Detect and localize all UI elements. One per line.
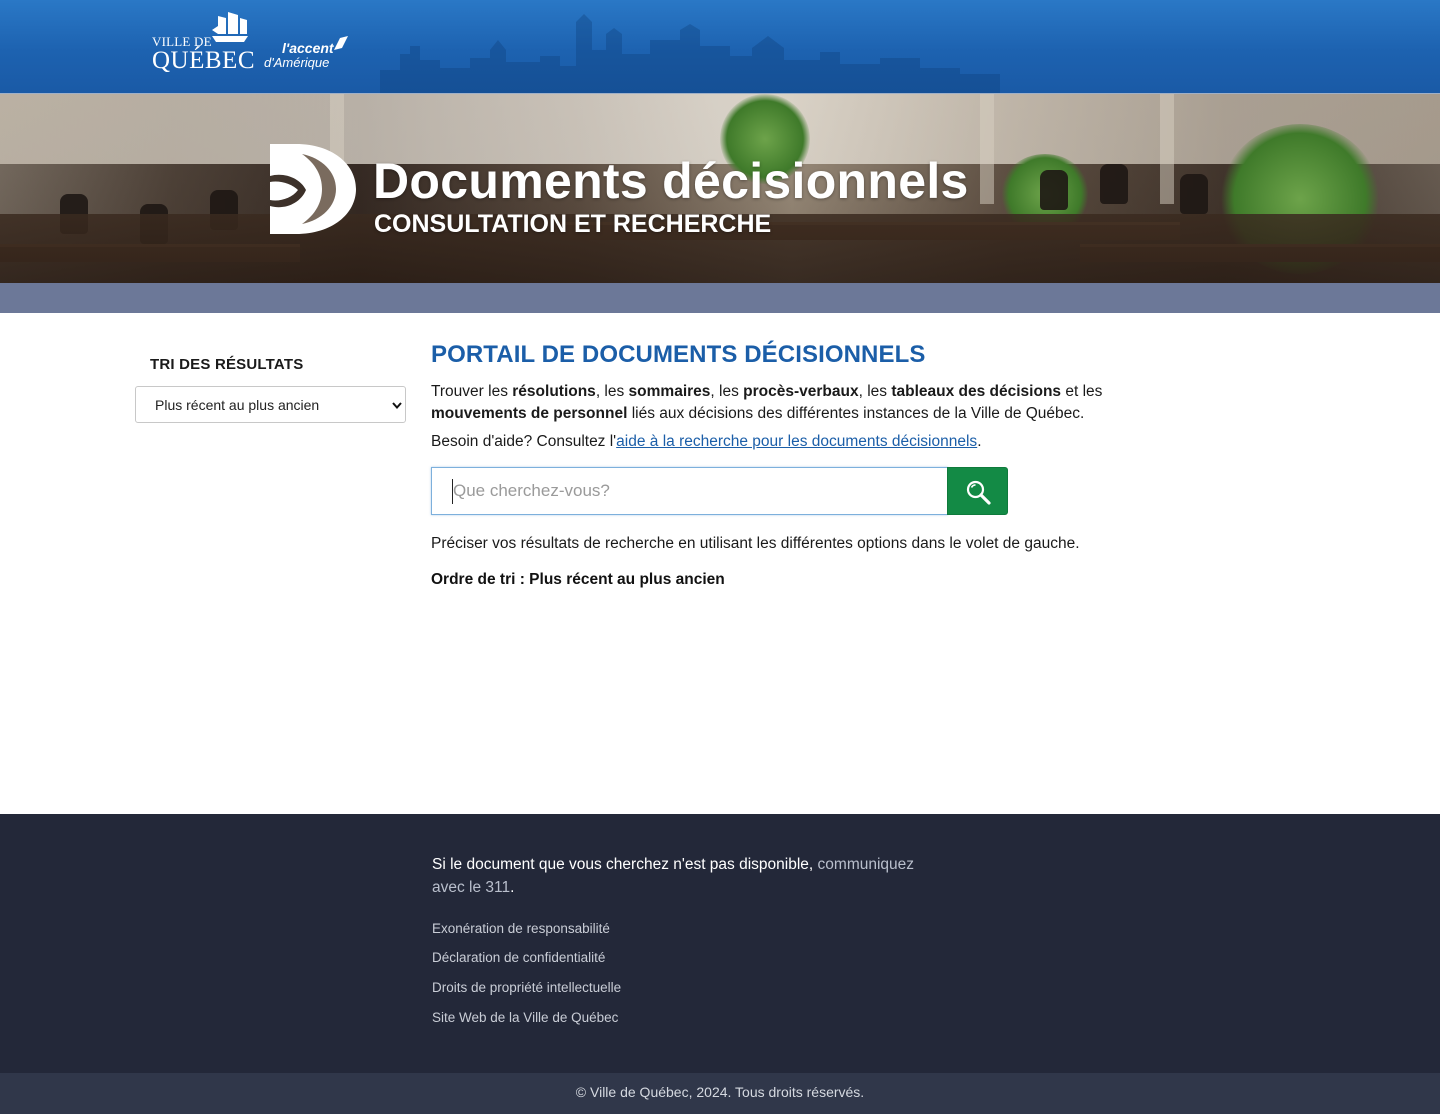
search-placeholder: Que cherchez-vous? bbox=[453, 481, 610, 500]
footer-link-intellectual-property[interactable]: Droits de propriété intellectuelle bbox=[432, 980, 621, 995]
hero-subtitle: CONSULTATION ET RECHERCHE bbox=[374, 210, 772, 238]
refine-hint-text: Préciser vos résultats de recherche en u… bbox=[431, 535, 1080, 552]
hero-background-chair bbox=[1040, 170, 1068, 210]
logo-accent-line2: d'Amérique bbox=[264, 55, 330, 70]
ship-icon bbox=[212, 12, 248, 42]
site-header: VILLE DE QUÉBEC l'accent d'Amérique bbox=[0, 0, 1440, 94]
help-text: Besoin d'aide? Consultez l'aide à la rec… bbox=[431, 433, 982, 450]
footer-contact-message: Si le document que vous cherchez n'est p… bbox=[432, 856, 915, 896]
page-title: PORTAIL DE DOCUMENTS DÉCISIONNELS bbox=[431, 341, 926, 368]
hero-title: Documents décisionnels bbox=[373, 153, 969, 209]
hero-banner: Documents décisionnels CONSULTATION ET R… bbox=[0, 94, 1440, 283]
sort-order-selected-value: Plus récent au plus ancien bbox=[155, 397, 320, 413]
hero-background-column bbox=[1160, 94, 1174, 204]
sort-order-label: Ordre de tri : Plus récent au plus ancie… bbox=[431, 571, 725, 588]
hero-background-chair bbox=[1180, 174, 1208, 214]
accent-damerique-logo: l'accent d'Amérique bbox=[264, 36, 354, 76]
city-skyline-decoration bbox=[380, 14, 1000, 93]
footer-link-city-website[interactable]: Site Web de la Ville de Québec bbox=[432, 1010, 618, 1025]
search-button[interactable] bbox=[947, 467, 1008, 515]
intro-paragraph: Trouver les résolutions, les sommaires, … bbox=[431, 383, 1103, 422]
footer-link-privacy[interactable]: Déclaration de confidentialité bbox=[432, 950, 605, 965]
search-input[interactable]: Que cherchez-vous? bbox=[431, 467, 948, 515]
search-icon bbox=[966, 480, 991, 505]
hero-divider-stripe bbox=[0, 283, 1440, 313]
ville-de-quebec-logo[interactable]: VILLE DE QUÉBEC bbox=[152, 10, 255, 76]
text-caret bbox=[452, 479, 453, 504]
documents-logo-icon bbox=[270, 144, 356, 234]
logo-accent-line1: l'accent bbox=[282, 40, 334, 56]
hero-background-column bbox=[980, 94, 994, 204]
accent-flag-icon bbox=[334, 36, 348, 50]
hero-background-chair bbox=[1100, 164, 1128, 204]
footer-link-disclaimer[interactable]: Exonération de responsabilité bbox=[432, 921, 610, 936]
logo-city-big-text: QUÉBEC bbox=[152, 47, 255, 74]
copyright-text: © Ville de Québec, 2024. Tous droits rés… bbox=[575, 1084, 865, 1100]
sort-section-title: TRI DES RÉSULTATS bbox=[150, 356, 304, 373]
sort-order-select[interactable]: Plus récent au plus ancien bbox=[135, 386, 406, 423]
chevron-down-icon bbox=[392, 402, 402, 410]
search-help-link[interactable]: aide à la recherche pour les documents d… bbox=[616, 433, 977, 450]
